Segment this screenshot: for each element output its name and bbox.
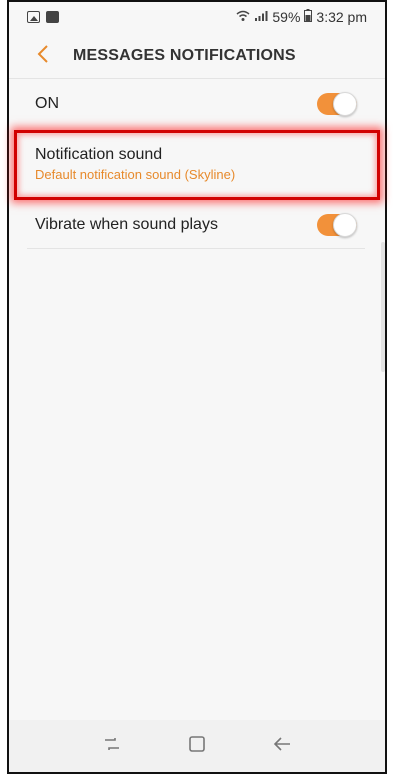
system-back-button[interactable] bbox=[266, 730, 298, 762]
master-switch-label: ON bbox=[35, 95, 59, 112]
status-left bbox=[27, 11, 59, 23]
battery-percent: 59% bbox=[272, 9, 301, 25]
vibrate-label: Vibrate when sound plays bbox=[35, 216, 218, 233]
vibrate-row[interactable]: Vibrate when sound plays bbox=[9, 202, 385, 248]
status-right: 59% 3:32 pm bbox=[236, 9, 367, 25]
list-divider bbox=[27, 248, 365, 249]
recents-icon bbox=[103, 736, 121, 757]
clock: 3:32 pm bbox=[316, 9, 367, 25]
home-button[interactable] bbox=[181, 730, 213, 762]
notification-sound-value: Default notification sound (Skyline) bbox=[35, 167, 236, 182]
signal-icon bbox=[254, 10, 268, 25]
battery-icon bbox=[304, 9, 313, 25]
message-icon bbox=[46, 11, 59, 23]
phone-frame: 59% 3:32 pm MESSAGES NOTIFICATIONS ON No… bbox=[7, 0, 387, 774]
navigation-bar bbox=[9, 720, 385, 772]
home-icon bbox=[188, 735, 206, 758]
master-switch-row[interactable]: ON bbox=[9, 80, 385, 128]
recents-button[interactable] bbox=[96, 730, 128, 762]
back-button[interactable] bbox=[23, 36, 63, 76]
header-divider bbox=[9, 78, 385, 79]
notification-sound-label: Notification sound bbox=[35, 146, 163, 163]
master-toggle[interactable] bbox=[317, 92, 357, 116]
back-arrow-icon bbox=[273, 736, 291, 757]
vibrate-toggle[interactable] bbox=[317, 213, 357, 237]
image-icon bbox=[27, 11, 40, 23]
scroll-indicator bbox=[381, 242, 385, 372]
status-bar: 59% 3:32 pm bbox=[9, 2, 385, 32]
chevron-left-icon bbox=[37, 44, 49, 68]
toggle-knob bbox=[333, 213, 357, 237]
notification-sound-row[interactable]: Notification sound Default notification … bbox=[9, 130, 385, 200]
app-bar: MESSAGES NOTIFICATIONS bbox=[9, 32, 385, 80]
toggle-knob bbox=[333, 92, 357, 116]
page-title: MESSAGES NOTIFICATIONS bbox=[73, 47, 296, 64]
wifi-icon bbox=[236, 9, 250, 25]
